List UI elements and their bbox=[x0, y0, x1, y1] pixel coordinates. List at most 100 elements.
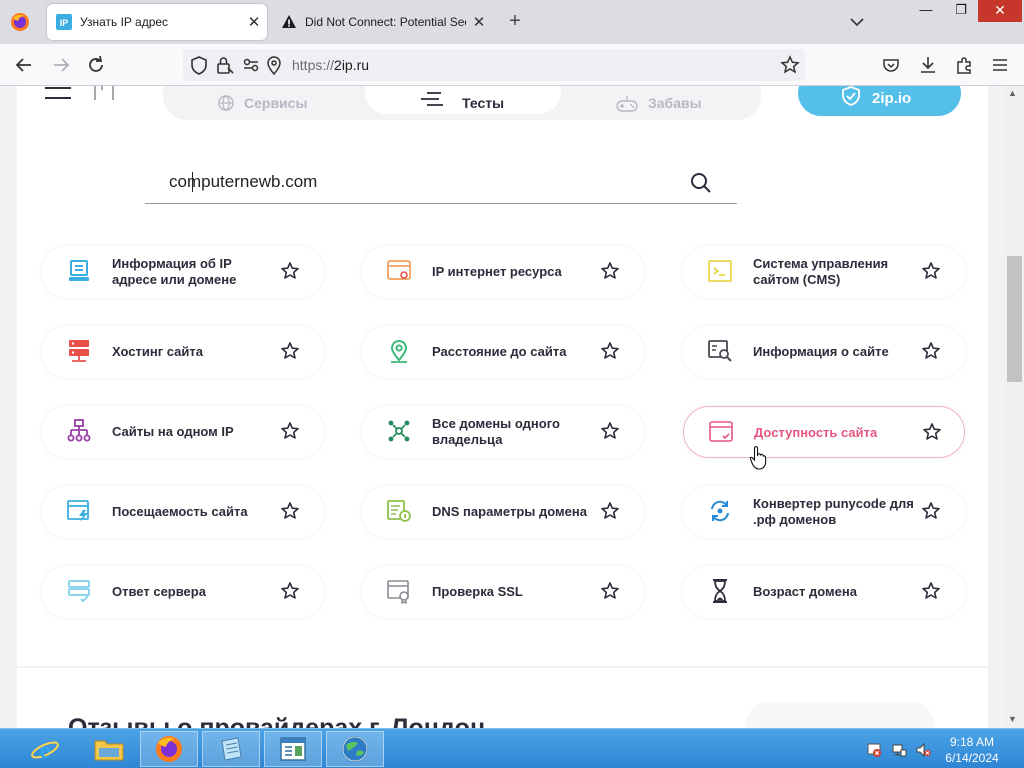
downloads-icon[interactable] bbox=[917, 54, 939, 76]
tracking-protection-icon[interactable] bbox=[188, 54, 210, 76]
favorite-star-icon[interactable] bbox=[600, 341, 620, 361]
service-tile[interactable]: Расстояние до сайта bbox=[362, 326, 644, 378]
url-text[interactable]: https://2ip.ru bbox=[292, 57, 369, 73]
location-icon[interactable] bbox=[263, 54, 285, 76]
hamburger-menu-icon[interactable] bbox=[45, 86, 71, 102]
system-clock[interactable]: 9:18 AM 6/14/2024 bbox=[930, 734, 1014, 766]
menu-icon[interactable] bbox=[989, 54, 1011, 76]
service-tile[interactable]: Конвертер punycode для .рф доменов bbox=[683, 486, 965, 538]
service-tile-label: Сайты на одном IP bbox=[112, 424, 234, 439]
service-tile[interactable]: DNS параметры домена bbox=[362, 486, 644, 538]
favorite-star-icon[interactable] bbox=[600, 581, 620, 601]
favorite-star-icon[interactable] bbox=[280, 421, 300, 441]
scrollbar[interactable] bbox=[1005, 86, 1024, 728]
explorer-taskbar-button[interactable] bbox=[80, 731, 138, 767]
service-tile-label: IP интернет ресурса bbox=[432, 264, 562, 279]
service-tile[interactable]: Хостинг сайта bbox=[42, 326, 324, 378]
tab-close-icon[interactable]: ✕ bbox=[466, 13, 492, 31]
service-tile-label: Доступность сайта bbox=[754, 425, 878, 440]
server-info-icon bbox=[69, 260, 89, 281]
service-tile[interactable]: Все домены одного владельца bbox=[362, 406, 644, 458]
network-status-icon[interactable] bbox=[891, 742, 907, 758]
service-tile[interactable]: Возраст домена bbox=[683, 566, 965, 618]
tab-title: Did Not Connect: Potential Sec bbox=[305, 15, 466, 29]
ssl-icon bbox=[387, 580, 409, 604]
dns-icon bbox=[387, 500, 411, 522]
network-icon bbox=[388, 420, 410, 442]
maximize-button[interactable]: ❐ bbox=[946, 0, 976, 22]
tab-2ip[interactable]: IP Узнать IP адрес ✕ bbox=[47, 4, 267, 40]
favorite-star-icon[interactable] bbox=[921, 261, 941, 281]
favorite-star-icon[interactable] bbox=[600, 261, 620, 281]
terminal-icon bbox=[708, 260, 732, 282]
2ipio-button[interactable]: 2ip.io bbox=[798, 86, 961, 116]
scroll-up-arrow-icon[interactable]: ▲ bbox=[1008, 88, 1017, 98]
ie-taskbar-button[interactable]: e bbox=[16, 731, 74, 767]
service-tile[interactable]: Система управления сайтом (CMS) bbox=[683, 246, 965, 298]
permissions-icon[interactable] bbox=[240, 54, 262, 76]
minimize-button[interactable]: — bbox=[911, 0, 941, 22]
service-tile-label: Система управления сайтом (CMS) bbox=[753, 256, 889, 287]
favorite-star-icon[interactable] bbox=[921, 341, 941, 361]
tab-did-not-connect[interactable]: Did Not Connect: Potential Sec ✕ bbox=[272, 4, 492, 40]
back-icon[interactable] bbox=[13, 54, 35, 76]
new-tab-button[interactable]: + bbox=[503, 10, 527, 34]
navigation-toolbar: https://2ip.ru bbox=[0, 44, 1024, 86]
service-tile[interactable]: Посещаемость сайта bbox=[42, 486, 324, 538]
firefox-taskbar-button[interactable] bbox=[140, 731, 198, 767]
service-tile-label: Информация о сайте bbox=[753, 344, 889, 359]
tab-close-icon[interactable]: ✕ bbox=[241, 13, 267, 31]
browser-ip-icon bbox=[387, 260, 411, 280]
search-box: computernewb.com bbox=[145, 162, 737, 204]
action-center-icon[interactable] bbox=[866, 742, 882, 758]
service-tile[interactable]: Доступность сайта bbox=[683, 406, 965, 458]
service-tile[interactable]: Проверка SSL bbox=[362, 566, 644, 618]
network-taskbar-button[interactable] bbox=[326, 731, 384, 767]
favorite-star-icon[interactable] bbox=[280, 261, 300, 281]
service-tile-label: Проверка SSL bbox=[432, 584, 523, 599]
notepad-taskbar-button[interactable] bbox=[202, 731, 260, 767]
service-tile[interactable]: Информация о сайте bbox=[683, 326, 965, 378]
favorite-star-icon[interactable] bbox=[280, 341, 300, 361]
site-logo[interactable] bbox=[93, 86, 115, 102]
clock-time: 9:18 AM bbox=[949, 735, 995, 749]
chevron-down-icon[interactable] bbox=[846, 12, 868, 32]
scrollbar-thumb[interactable] bbox=[1007, 256, 1022, 382]
bookmark-star-icon[interactable] bbox=[779, 54, 801, 76]
browser-check-icon bbox=[709, 421, 733, 442]
firefox-icon bbox=[156, 736, 182, 762]
service-tile[interactable]: Информация об IP адресе или домене bbox=[42, 246, 324, 298]
service-tile-label: Информация об IP адресе или домене bbox=[112, 256, 237, 287]
taskbar: e 9:18 AM 6/14/2024 bbox=[0, 728, 1024, 768]
favorite-star-icon[interactable] bbox=[922, 422, 942, 442]
favorite-star-icon[interactable] bbox=[280, 581, 300, 601]
bars-icon bbox=[421, 92, 443, 106]
nav-fun[interactable]: Забавы bbox=[616, 92, 702, 114]
pocket-icon[interactable] bbox=[880, 54, 902, 76]
favorite-star-icon[interactable] bbox=[600, 421, 620, 441]
service-tile[interactable]: Сайты на одном IP bbox=[42, 406, 324, 458]
volume-muted-icon[interactable] bbox=[915, 742, 931, 758]
nav-services[interactable]: Сервисы bbox=[218, 92, 307, 114]
service-tile[interactable]: IP интернет ресурса bbox=[362, 246, 644, 298]
favorite-star-icon[interactable] bbox=[600, 501, 620, 521]
text-caret bbox=[192, 172, 193, 192]
scroll-down-arrow-icon[interactable]: ▼ bbox=[1008, 714, 1017, 724]
hand-cursor-icon bbox=[749, 446, 767, 470]
service-tile-label: Все домены одного владельца bbox=[432, 416, 560, 447]
search-icon[interactable] bbox=[690, 172, 712, 194]
nav-tests[interactable]: Тесты bbox=[365, 86, 561, 114]
extensions-icon[interactable] bbox=[953, 54, 975, 76]
firefox-menu-icon[interactable] bbox=[10, 12, 30, 32]
lock-icon[interactable] bbox=[213, 54, 235, 76]
close-window-button[interactable]: ✕ bbox=[978, 0, 1022, 22]
reload-icon[interactable] bbox=[85, 54, 107, 76]
globe-icon bbox=[218, 95, 234, 111]
favorite-star-icon[interactable] bbox=[280, 501, 300, 521]
service-tile[interactable]: Ответ сервера bbox=[42, 566, 324, 618]
wordpad-taskbar-button[interactable] bbox=[264, 731, 322, 767]
forward-icon[interactable] bbox=[50, 54, 72, 76]
favorite-star-icon[interactable] bbox=[921, 501, 941, 521]
server-response-icon bbox=[68, 580, 90, 603]
favorite-star-icon[interactable] bbox=[921, 581, 941, 601]
